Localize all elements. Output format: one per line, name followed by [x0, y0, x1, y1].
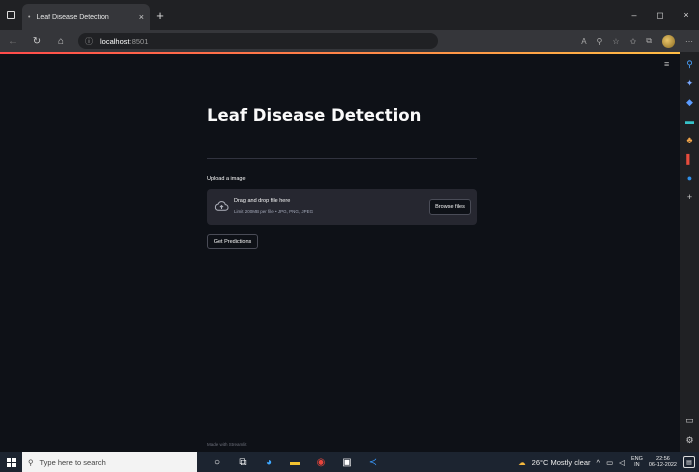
search-glass-icon: ⚲	[28, 457, 34, 467]
minimize-button[interactable]: –	[621, 10, 647, 21]
split-screen-icon[interactable]: ▭	[684, 414, 696, 426]
streamlit-app: ≡ Leaf Disease Detection Upload a image …	[0, 54, 680, 452]
discover-icon[interactable]: ✦	[684, 77, 696, 89]
outlook-icon[interactable]: ●	[684, 172, 696, 184]
volume-icon[interactable]: ◁	[619, 458, 625, 467]
language-indicator[interactable]: ENG IN	[631, 456, 643, 469]
favorite-add-icon[interactable]: ☆	[612, 37, 619, 46]
close-window-button[interactable]: ×	[673, 10, 699, 21]
windows-taskbar: ⚲ Type here to search ○ ⧉ ◕ ▬ ◉ ▣ ≺ ☁ 26…	[0, 452, 699, 472]
edge-sidebar: ⚲ ✦ ◆ ▬ ♣ ▌ ● + ▭ ⚙	[680, 52, 699, 452]
tray-chevron-icon[interactable]: ^	[597, 458, 601, 467]
file-explorer-icon[interactable]: ▬	[289, 456, 301, 468]
address-port: :8501	[129, 36, 149, 46]
weather-icon: ☁	[518, 457, 526, 467]
browser-tab[interactable]: • Leaf Disease Detection ×	[22, 4, 150, 30]
tools-icon[interactable]: ▬	[684, 115, 696, 127]
divider	[207, 158, 477, 159]
sidebar-bottom: ▭ ⚙	[684, 414, 696, 446]
clock-date: 06-12-2022	[648, 462, 677, 468]
uploader-label: Upload a image	[207, 176, 246, 182]
more-icon[interactable]: ⋯	[685, 37, 693, 46]
notification-icon[interactable]: ▤	[683, 456, 695, 468]
cortana-icon[interactable]: ○	[211, 456, 223, 468]
zoom-icon[interactable]: ⚲	[597, 37, 603, 46]
weather-text[interactable]: 26°C Mostly clear	[532, 458, 591, 467]
hamburger-menu-icon[interactable]: ≡	[664, 59, 669, 69]
browse-files-button[interactable]: Browse files	[429, 199, 471, 215]
address-host: localhost	[100, 36, 130, 46]
language-bottom: IN	[634, 462, 640, 468]
window-menu-icon	[7, 11, 15, 19]
cloud-upload-icon	[214, 201, 229, 211]
windows-start-icon[interactable]	[0, 457, 22, 467]
taskbar-search-input[interactable]: ⚲ Type here to search	[22, 452, 197, 472]
back-icon[interactable]: ←	[6, 36, 20, 47]
info-icon[interactable]: ⓘ	[85, 36, 93, 47]
tab-favicon-icon: •	[28, 13, 31, 21]
tab-title: Leaf Disease Detection	[36, 13, 109, 21]
dropzone-limit: Limit 200MB per file • JPG, PNG, JPEG	[234, 209, 314, 214]
file-dropzone[interactable]: Drag and drop file here Limit 200MB per …	[207, 189, 477, 225]
new-tab-button[interactable]: +	[150, 8, 170, 23]
collections-icon[interactable]: ⧉	[646, 36, 652, 46]
settings-gear-icon[interactable]: ⚙	[684, 434, 696, 446]
tab-close-button[interactable]: ×	[139, 12, 144, 22]
screen: • Leaf Disease Detection × + – ◻ × ← ↻ ⌂…	[0, 0, 699, 472]
taskbar-search-placeholder: Type here to search	[39, 457, 106, 467]
vscode-icon[interactable]: ≺	[367, 456, 379, 468]
favorites-icon[interactable]: ✩	[630, 37, 637, 46]
clock[interactable]: 22:56 06-12-2022	[649, 456, 677, 469]
profile-avatar[interactable]	[662, 34, 675, 48]
games-icon[interactable]: ♣	[684, 134, 696, 146]
edge-icon[interactable]: ◕	[263, 456, 275, 468]
browser-toolbar: ← ↻ ⌂ ⓘ localhost :8501 A ⚲ ☆ ✩ ⧉ ⋯	[0, 30, 699, 52]
maximize-button[interactable]: ◻	[647, 10, 673, 21]
search-icon[interactable]: ⚲	[684, 58, 696, 70]
network-icon[interactable]: ▭	[606, 458, 613, 467]
read-aloud-icon[interactable]: A	[581, 37, 586, 46]
footer-made-with[interactable]: Made with Streamlit	[207, 442, 247, 447]
refresh-icon[interactable]: ↻	[30, 36, 44, 47]
add-app-icon[interactable]: +	[684, 191, 696, 203]
system-tray: ☁ 26°C Mostly clear ^ ▭ ◁ ENG IN 22:56 0…	[518, 456, 699, 469]
window-menu-button[interactable]	[0, 0, 22, 30]
office-icon[interactable]: ▌	[684, 153, 696, 165]
shopping-icon[interactable]: ◆	[684, 96, 696, 108]
task-view-icon[interactable]: ⧉	[237, 456, 249, 468]
address-bar[interactable]: ⓘ localhost :8501	[78, 33, 438, 49]
window-controls: – ◻ ×	[621, 10, 699, 21]
photos-icon[interactable]: ▣	[341, 456, 353, 468]
toolbar-actions: A ⚲ ☆ ✩ ⧉ ⋯	[581, 34, 693, 48]
chrome-icon[interactable]: ◉	[315, 456, 327, 468]
get-predictions-button[interactable]: Get Predictions	[207, 234, 258, 249]
dropzone-instructions: Drag and drop file here	[234, 198, 291, 204]
page-title: Leaf Disease Detection	[207, 106, 422, 125]
home-icon[interactable]: ⌂	[54, 36, 68, 47]
taskbar-apps: ○ ⧉ ◕ ▬ ◉ ▣ ≺	[211, 456, 379, 468]
browser-tab-strip: • Leaf Disease Detection × + – ◻ ×	[0, 0, 699, 30]
